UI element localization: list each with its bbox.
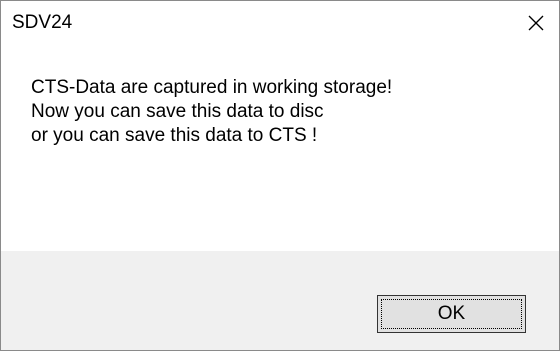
- message-line-3: or you can save this data to CTS !: [31, 125, 318, 146]
- dialog-message: CTS-Data are captured in working storage…: [31, 76, 392, 148]
- ok-button[interactable]: OK: [377, 295, 526, 333]
- message-line-2: Now you can save this data to disc: [31, 101, 324, 122]
- close-button[interactable]: [513, 1, 559, 45]
- message-dialog: SDV24 CTS-Data are captured in working s…: [0, 0, 560, 351]
- message-line-1: CTS-Data are captured in working storage…: [31, 77, 393, 98]
- button-area: OK: [1, 251, 559, 350]
- title-bar: SDV24: [1, 1, 559, 45]
- window-title: SDV24: [12, 12, 73, 33]
- close-icon: [528, 15, 544, 31]
